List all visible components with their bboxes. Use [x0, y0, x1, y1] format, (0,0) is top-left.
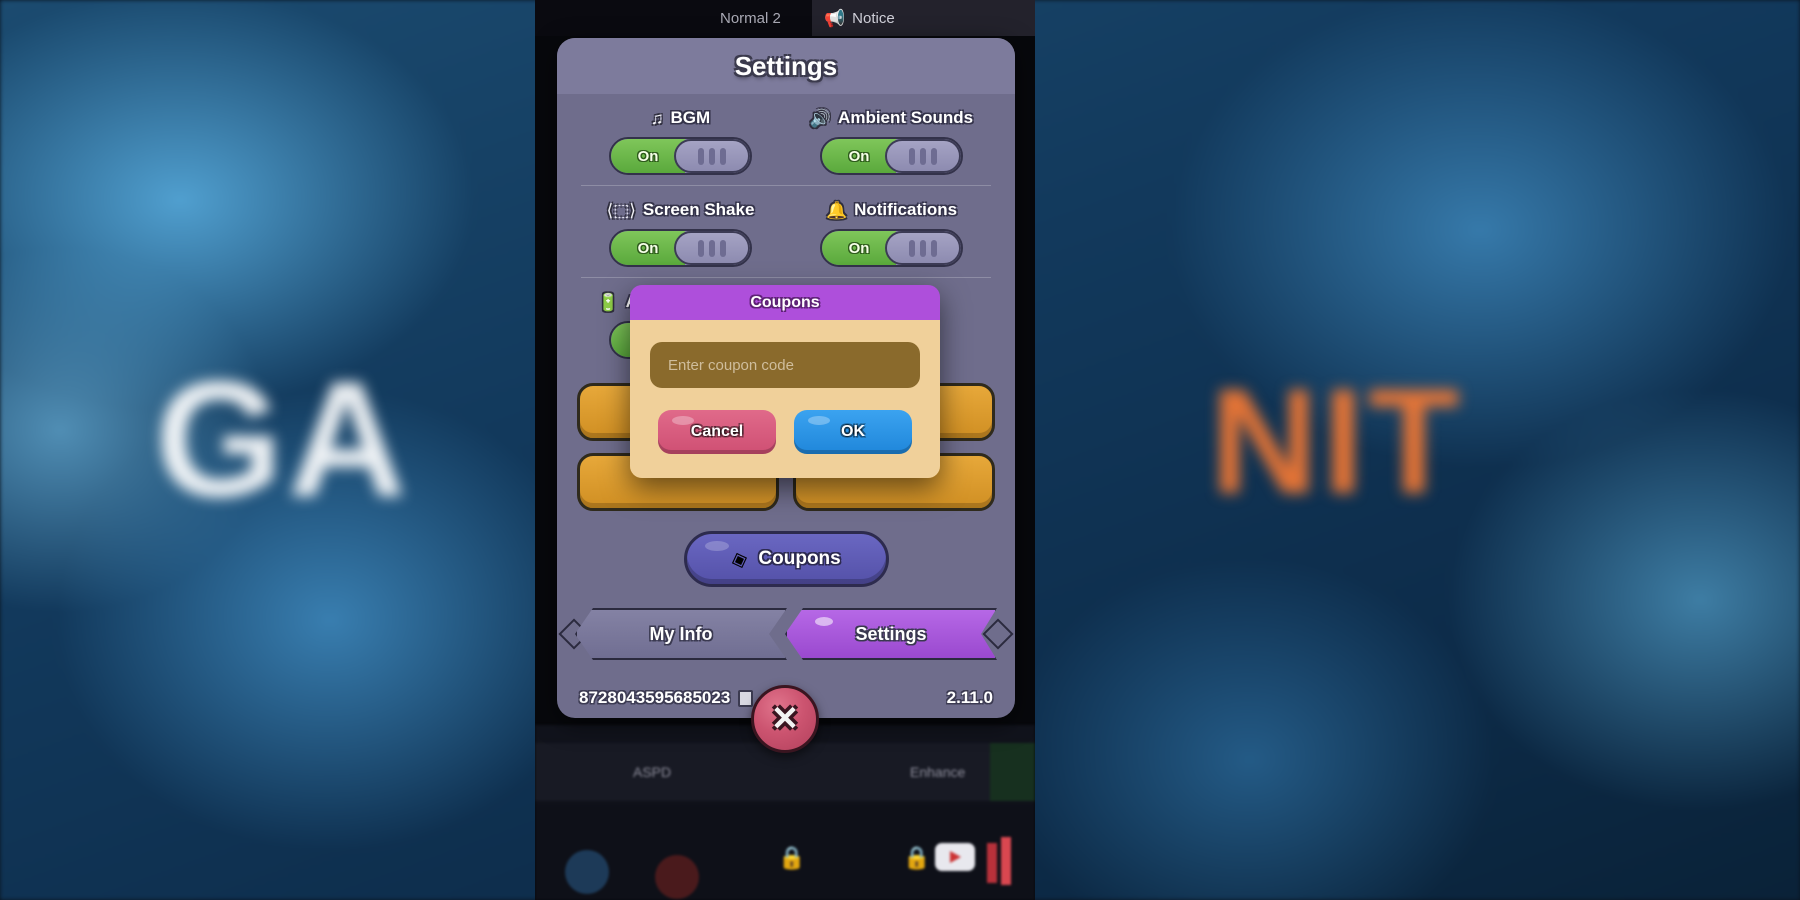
toggle-notifications[interactable]: On	[820, 229, 963, 267]
lock-icon: 🔒	[903, 845, 931, 870]
lock-icon: 🔒	[778, 845, 806, 870]
hud-bar	[1001, 837, 1011, 885]
hud-orb	[565, 850, 609, 894]
setting-notifications[interactable]: 🔔 Notifications On	[786, 186, 997, 277]
toggle-knob[interactable]	[885, 139, 961, 173]
toggle-state-label: On	[637, 239, 659, 257]
settings-header: Settings	[557, 38, 1015, 94]
ticket-icon: ◈	[727, 545, 751, 573]
setting-ambient-sounds[interactable]: 🔊 Ambient Sounds On	[786, 94, 997, 185]
tab-label: My Info	[649, 623, 713, 644]
player-id: 8728043595685023	[579, 688, 731, 707]
coupon-dialog: Coupons Cancel OK	[630, 285, 940, 478]
game-viewport: Normal 2 📢 Notice ASPD Enhance 🔒 🔒 Setti…	[535, 0, 1035, 900]
player-id-group[interactable]: 8728043595685023	[579, 686, 762, 708]
screen-shake-icon: ⟨⬚⟩	[606, 200, 636, 220]
toggle-screen-shake[interactable]: On	[609, 229, 752, 267]
toggle-knob[interactable]	[674, 139, 750, 173]
screenshot-root: GA NIT Normal 2 📢 Notice ASPD Enhance 🔒 …	[0, 0, 1800, 900]
toggle-state-label: On	[848, 239, 870, 257]
music-note-icon: ♫	[650, 108, 664, 128]
notice-button[interactable]: 📢 Notice	[812, 0, 1035, 36]
background-word-right: NIT	[1210, 357, 1464, 525]
hud-orb	[655, 855, 699, 899]
toggle-state-label: On	[848, 147, 870, 165]
copy-icon[interactable]	[738, 686, 762, 707]
coupons-button-label: Coupons	[758, 548, 841, 569]
setting-label-row: ⟨⬚⟩ Screen Shake	[607, 200, 755, 220]
hud-aspd-label: ASPD	[633, 764, 672, 780]
coupon-dialog-title: Coupons	[750, 293, 820, 311]
hud-bar	[987, 843, 997, 883]
toggle-state-label: On	[637, 147, 659, 165]
setting-bgm[interactable]: ♫ BGM On	[575, 94, 786, 185]
coupon-dialog-header: Coupons	[630, 285, 940, 320]
tab-settings[interactable]: Settings	[785, 608, 997, 660]
cancel-button[interactable]: Cancel	[658, 410, 776, 454]
setting-label-row: 🔊 Ambient Sounds	[810, 108, 973, 128]
close-icon: ✕	[770, 700, 800, 738]
bell-icon: 🔔	[825, 200, 848, 220]
setting-screen-shake[interactable]: ⟨⬚⟩ Screen Shake On	[575, 186, 786, 277]
toggle-bgm[interactable]: On	[609, 137, 752, 175]
toggle-knob[interactable]	[674, 231, 750, 265]
megaphone-icon: 📢	[824, 8, 846, 28]
coupons-button[interactable]: ◈ Coupons	[683, 531, 889, 587]
setting-label-row: 🔔 Notifications	[826, 200, 957, 220]
hud-enhance-label: Enhance	[910, 764, 966, 780]
close-button[interactable]: ✕	[751, 685, 819, 753]
setting-label: Ambient Sounds	[838, 108, 974, 127]
toggle-knob[interactable]	[885, 231, 961, 265]
app-version: 2.11.0	[946, 688, 993, 707]
notice-label: Notice	[852, 9, 895, 27]
toggle-row: ♫ BGM On 🔊 Ambient Sounds On	[575, 94, 997, 185]
tab-bar: My Info Settings	[558, 608, 1014, 660]
ok-button[interactable]: OK	[794, 410, 912, 454]
tab-label: Settings	[855, 623, 927, 644]
hud-green-panel	[990, 743, 1035, 801]
game-mode-label: Normal 2	[720, 9, 781, 27]
toggle-ambient-sounds[interactable]: On	[820, 137, 963, 175]
background-word-left: GA	[155, 347, 411, 531]
game-top-bar: Normal 2 📢 Notice	[535, 0, 1035, 36]
setting-label-row: ♫ BGM	[651, 108, 710, 128]
speaker-icon: 🔊	[809, 108, 832, 128]
video-icon	[935, 843, 975, 871]
toggle-row: ⟨⬚⟩ Screen Shake On 🔔 Notifications On	[575, 186, 997, 277]
coupon-dialog-body: Cancel OK	[630, 320, 940, 478]
page-title: Settings	[734, 50, 838, 81]
setting-label: Screen Shake	[642, 200, 755, 219]
battery-icon: 🔋	[597, 292, 619, 312]
tab-my-info[interactable]: My Info	[575, 608, 787, 660]
coupon-code-input[interactable]	[650, 342, 920, 388]
setting-label: BGM	[670, 108, 711, 127]
coupon-dialog-actions: Cancel OK	[650, 410, 920, 454]
setting-label: Notifications	[854, 200, 958, 219]
